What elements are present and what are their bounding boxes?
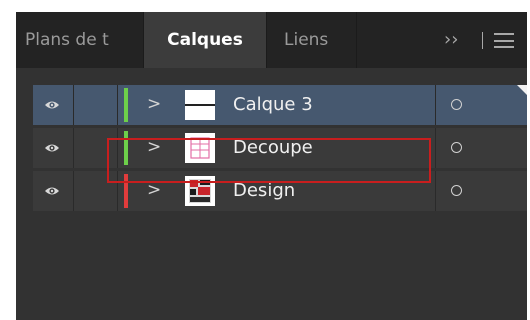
chevron-right-icon[interactable]: >: [147, 128, 161, 168]
tab-calques[interactable]: Calques: [144, 12, 266, 68]
chevron-right-icon[interactable]: >: [147, 85, 161, 125]
collapse-panels-icon[interactable]: ››: [444, 12, 458, 68]
layer-row-calque-3[interactable]: > Calque 3: [33, 85, 527, 125]
target-circle-icon[interactable]: [451, 185, 462, 196]
layer-thumbnail: [185, 133, 215, 163]
menu-divider: [482, 32, 483, 49]
hamburger-icon[interactable]: [494, 33, 514, 48]
column-divider: [73, 171, 74, 211]
column-divider: [117, 85, 118, 125]
panel-tab-bar: Plans de t Calques Liens ››: [16, 12, 527, 68]
layer-color-bar: [124, 174, 128, 208]
layer-thumbnail: [185, 176, 215, 206]
column-divider: [435, 85, 436, 125]
column-divider: [73, 85, 74, 125]
layer-color-bar: [124, 88, 128, 122]
layer-row-decoupe[interactable]: > Decoupe: [33, 128, 527, 168]
tab-liens[interactable]: Liens: [284, 12, 364, 68]
chevron-right-icon[interactable]: >: [147, 171, 161, 211]
eye-icon[interactable]: [44, 184, 60, 198]
layer-list: > Calque 3 > Decoupe > Design: [16, 68, 527, 320]
layer-row-design[interactable]: > Design: [33, 171, 527, 211]
column-divider: [73, 128, 74, 168]
eye-icon[interactable]: [44, 141, 60, 155]
column-divider: [117, 171, 118, 211]
column-divider: [435, 171, 436, 211]
layer-name[interactable]: Calque 3: [233, 85, 313, 125]
layer-name[interactable]: Decoupe: [233, 128, 313, 168]
layer-color-bar: [124, 131, 128, 165]
layer-thumbnail: [185, 90, 215, 120]
selection-corner-icon: [517, 85, 527, 95]
tab-divider: [266, 12, 267, 68]
target-circle-icon[interactable]: [451, 99, 462, 110]
panel-menu-area: ››: [436, 12, 526, 68]
column-divider: [117, 128, 118, 168]
layer-name[interactable]: Design: [233, 171, 295, 211]
layers-panel: Plans de t Calques Liens ›› > Calque 3 >…: [16, 12, 527, 320]
eye-icon[interactable]: [44, 98, 60, 112]
tab-divider: [356, 12, 357, 68]
column-divider: [435, 128, 436, 168]
target-circle-icon[interactable]: [451, 142, 462, 153]
tab-plans-de-travail[interactable]: Plans de t: [25, 12, 143, 68]
